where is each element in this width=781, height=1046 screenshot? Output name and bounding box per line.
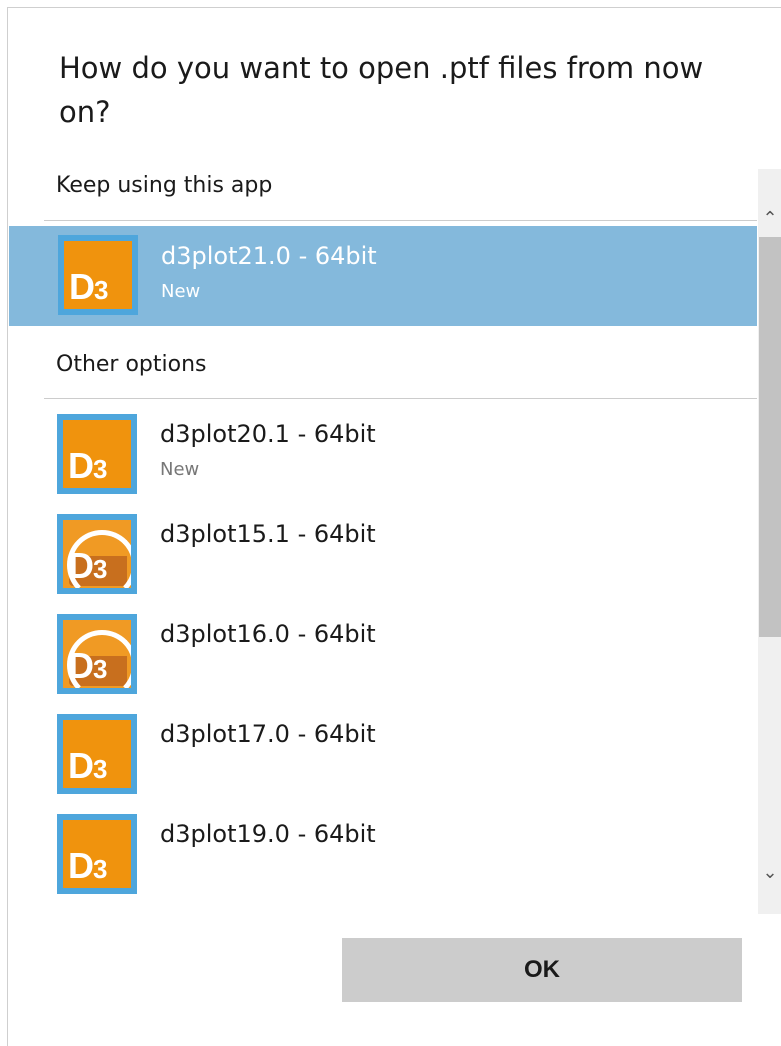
chevron-up-icon[interactable]: ⌃ xyxy=(758,204,781,234)
app-row-selected[interactable]: D3 d3plot21.0 - 64bit New xyxy=(9,226,757,326)
dialog-title: How do you want to open .ptf files from … xyxy=(59,51,704,129)
other-options-header: Other options xyxy=(56,352,207,377)
d3-icon: D3 xyxy=(57,714,137,794)
app-name: d3plot19.0 - 64bit xyxy=(160,820,376,848)
d3-legacy-icon: D3 xyxy=(57,614,137,694)
app-row[interactable]: D3 d3plot17.0 - 64bit xyxy=(44,706,757,806)
app-row[interactable]: D3 d3plot19.0 - 64bit xyxy=(44,806,757,906)
d3-legacy-icon: D3 xyxy=(57,514,137,594)
d3-icon: D3 xyxy=(58,235,138,315)
d3-icon: D3 xyxy=(57,414,137,494)
app-name: d3plot15.1 - 64bit xyxy=(160,520,376,548)
app-row[interactable]: D3 d3plot16.0 - 64bit xyxy=(44,606,757,706)
ok-button[interactable]: OK xyxy=(342,938,742,1002)
app-status: New xyxy=(160,459,200,480)
keep-using-header: Keep using this app xyxy=(56,173,273,198)
d3-icon: D3 xyxy=(57,814,137,894)
divider xyxy=(44,220,757,221)
open-with-dialog: How do you want to open .ptf files from … xyxy=(7,7,781,1046)
app-name: d3plot17.0 - 64bit xyxy=(160,720,376,748)
app-row[interactable]: D3 d3plot20.1 - 64bit New xyxy=(44,406,757,506)
app-name: d3plot20.1 - 64bit xyxy=(160,420,376,448)
app-name: d3plot16.0 - 64bit xyxy=(160,620,376,648)
chevron-down-icon[interactable]: ⌄ xyxy=(758,858,781,888)
app-status: New xyxy=(161,281,201,302)
divider xyxy=(44,398,757,399)
app-name: d3plot21.0 - 64bit xyxy=(161,242,377,270)
scroll-thumb[interactable] xyxy=(759,237,781,637)
app-row[interactable]: D3 d3plot15.1 - 64bit xyxy=(44,506,757,606)
